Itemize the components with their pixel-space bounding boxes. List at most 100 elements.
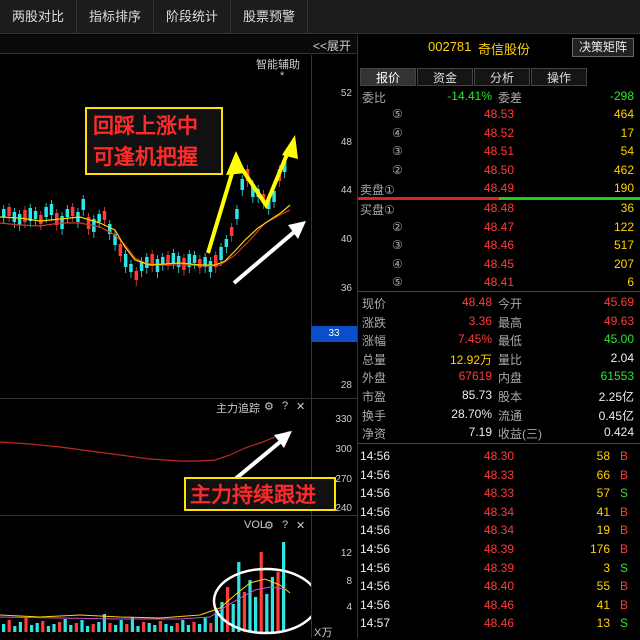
stat-value: 67619: [458, 369, 492, 384]
buy-volume: 517: [613, 238, 634, 253]
tab-funds[interactable]: 资金: [417, 68, 473, 86]
volume-bar: [24, 618, 28, 632]
sell-row: 卖盘① 48.49 190: [358, 179, 640, 197]
top-tab-bar: 两股对比 指标排序 阶段统计 股票预警: [0, 0, 640, 34]
stat-value: 48.48: [461, 295, 492, 309]
stat-label: 内盘: [498, 371, 523, 386]
tab-indicator-sort[interactable]: 指标排序: [77, 0, 155, 34]
yellow-arrow-head-1: [226, 151, 246, 175]
expand-button[interactable]: <<展开: [313, 37, 351, 54]
tick-price: 48.46: [483, 616, 514, 631]
annotation-line-2: 可逢机把握: [93, 145, 198, 169]
volume-bar: [74, 623, 78, 632]
volume-bar: [41, 621, 45, 632]
stat-label: 总量: [362, 352, 387, 367]
tab-stock-alert[interactable]: 股票预警: [231, 0, 309, 34]
tick-row: 14:57 48.46 13 S: [358, 614, 640, 632]
volume-bar: [203, 618, 207, 632]
tick-direction: B: [620, 579, 629, 594]
current-price-badge: 33: [311, 326, 357, 342]
volume-bar: [186, 625, 190, 632]
tab-stage-stats[interactable]: 阶段统计: [154, 0, 232, 34]
tick-price: 48.40: [483, 579, 514, 594]
volume-bar: [86, 626, 90, 632]
tick-direction: B: [620, 542, 629, 556]
tick-price: 48.33: [483, 486, 514, 501]
volume-bar: [125, 624, 129, 632]
tab-operate[interactable]: 操作: [531, 68, 587, 86]
buy-price: 48.47: [483, 219, 514, 234]
weibi-label: 委比: [362, 91, 387, 105]
axis-label-36: 36: [340, 283, 352, 294]
volume-bar: [198, 624, 202, 632]
volume-bar: [158, 621, 162, 632]
tick-direction: B: [620, 449, 629, 463]
volume-bar: [119, 620, 123, 632]
volume-bar: [52, 624, 56, 632]
stat-value: 3.36: [468, 313, 492, 328]
ticks-divider: [358, 443, 640, 444]
tick-volume: 66: [596, 467, 610, 482]
sell-price: 48.51: [483, 144, 514, 159]
stat-label: 收益(三): [498, 427, 542, 442]
tick-volume: 41: [596, 504, 610, 519]
sell-row: ③ 48.51 54: [358, 142, 640, 160]
buy-row: ⑤ 48.41 6: [358, 273, 640, 291]
tab-quote[interactable]: 报价: [360, 68, 416, 86]
tick-volume: 176: [589, 542, 610, 556]
stat-value: 85.73: [461, 388, 492, 402]
buy-row: ② 48.47 122: [358, 218, 640, 236]
volume-bar: [142, 622, 146, 632]
volume-bar: [80, 620, 84, 632]
sell-price: 48.49: [483, 181, 514, 196]
stat-value: 61553: [600, 369, 634, 384]
annotation-pullback: 回踩上涨中 可逢机把握: [85, 107, 223, 175]
volume-bar: [270, 577, 274, 632]
buy-level-label: ②: [392, 219, 403, 234]
stat-label: 股本: [498, 390, 523, 404]
sell-row: ④ 48.52 17: [358, 124, 640, 142]
sell-volume: 462: [613, 162, 634, 177]
buy-price: 48.45: [483, 256, 514, 271]
stats-row: 涨跌 3.36 最高 49.63: [358, 312, 640, 330]
volume-bar: [63, 619, 67, 632]
tick-volume: 19: [596, 523, 610, 538]
stock-name: 奇信股份: [478, 42, 531, 57]
volume-bar: [231, 604, 235, 632]
buy-price: 48.41: [483, 275, 514, 290]
tick-volume: 3: [603, 560, 610, 575]
buy-row: ③ 48.46 517: [358, 236, 640, 254]
buy-level-label: ④: [392, 256, 403, 271]
volume-bar: [147, 623, 151, 632]
tick-row: 14:56 48.34 41 B: [358, 503, 640, 521]
stat-value: 45.69: [603, 295, 634, 309]
vol-ma-purple: [0, 586, 286, 620]
volume-bar: [114, 625, 118, 632]
volume-bar: [209, 623, 213, 632]
annotation-line-1: 回踩上涨中: [93, 114, 198, 138]
volume-bar: [259, 552, 263, 632]
volume-bar: [97, 622, 101, 632]
annotation-main-force: 主力持续跟进: [184, 477, 336, 511]
tick-volume: 55: [596, 579, 610, 594]
sell-volume: 54: [620, 144, 634, 159]
volume-bar: [13, 626, 17, 632]
buy-level-label: ③: [392, 238, 403, 253]
buy-volume: 6: [627, 275, 634, 290]
white-arrow-price: [232, 225, 302, 285]
buy-volume: 122: [613, 219, 634, 234]
stat-value: 7.45%: [457, 332, 492, 347]
tab-analysis[interactable]: 分析: [474, 68, 530, 86]
stats-row: 换手 28.70% 流通 0.45亿: [358, 405, 640, 423]
decision-matrix-button[interactable]: 决策矩阵: [572, 38, 634, 57]
buy-level-label: ⑤: [392, 275, 403, 290]
tick-time: 14:56: [360, 504, 391, 519]
axis-label-48: 48: [340, 137, 352, 148]
tab-compare[interactable]: 两股对比: [0, 0, 78, 34]
stats-row: 总量 12.92万 量比 2.04: [358, 349, 640, 367]
volume-bar: [35, 623, 39, 632]
stat-value: 49.63: [603, 313, 634, 328]
volume-bar: [226, 587, 230, 632]
tick-time: 14:56: [360, 542, 391, 556]
sell-price: 48.50: [483, 162, 514, 177]
